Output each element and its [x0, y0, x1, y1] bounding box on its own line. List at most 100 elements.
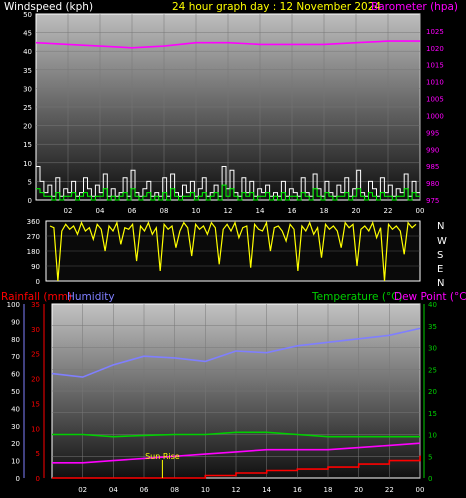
- direction-y-tick-label: 360: [27, 218, 40, 226]
- temperature-x-tick-label: 20: [354, 486, 363, 494]
- compass-labels: NWSEN: [437, 221, 447, 289]
- barometer-y-tick-label: 985: [426, 163, 439, 171]
- wind-y-tick-label: 5: [28, 178, 32, 186]
- wind-x-tick-label: 02: [64, 207, 73, 215]
- wind-y-tick-label: 15: [23, 141, 32, 149]
- wind-x-tick-label: 04: [96, 207, 105, 215]
- compass-label: W: [437, 236, 447, 247]
- barometer-y-tick-label: 1015: [426, 62, 444, 70]
- compass-label: N: [437, 278, 444, 289]
- wind-x-tick-label: 00: [416, 207, 425, 215]
- temperature-y-tick-label: 0: [428, 475, 432, 483]
- humidity-y-axis: 0 10 20 30 40 50 60 70 80 90 100: [7, 301, 25, 483]
- humidity-y-tick-label: 10: [11, 458, 20, 466]
- direction-y-axis: 0 90 180 270 360: [27, 218, 40, 286]
- humidity-y-tick-label: 40: [11, 405, 20, 413]
- rainfall-y-tick-label: 30: [31, 326, 40, 334]
- rainfall-y-tick-label: 0: [36, 475, 40, 483]
- temperature-y-tick-label: 15: [428, 410, 437, 418]
- humidity-y-tick-label: 90: [11, 318, 20, 326]
- wind-x-tick-label: 14: [256, 207, 265, 215]
- wind-y-tick-label: 20: [23, 123, 32, 131]
- barometer-y-tick-label: 1005: [426, 96, 444, 104]
- rainfall-y-tick-label: 10: [31, 425, 40, 433]
- wind-y-axis: 0 5 10 15 20 25 30 35 40 45 50: [23, 11, 32, 205]
- wind-x-tick-label: 20: [352, 207, 361, 215]
- temperature-y-tick-label: 5: [428, 453, 432, 461]
- rainfall-y-axis: 0 5 10 15 20 25 30 35: [31, 301, 45, 483]
- wind-x-tick-label: 10: [192, 207, 201, 215]
- temperature-x-tick-label: 08: [170, 486, 179, 494]
- barometer-y-tick-label: 980: [426, 180, 439, 188]
- wind-x-tick-label: 16: [288, 207, 297, 215]
- temperature-y-axis: 0 5 10 15 20 25 30 35 40: [423, 301, 437, 483]
- barometer-y-tick-label: 995: [426, 129, 439, 137]
- barometer-y-axis: 975 980 985 990 995 1000 1005 1010 1015 1020 1025: [426, 28, 444, 205]
- wind-y-tick-label: 40: [23, 48, 32, 56]
- humidity-y-tick-label: 50: [11, 388, 20, 396]
- temperature-y-tick-label: 35: [428, 323, 437, 331]
- wind-y-tick-label: 25: [23, 104, 32, 112]
- temperature-x-axis: 02 04 06 08 10 12 14 16 18 20 22 00: [78, 486, 424, 494]
- temperature-x-tick-label: 04: [109, 486, 118, 494]
- temperature-x-tick-label: 18: [324, 486, 333, 494]
- humidity-y-tick-label: 70: [11, 353, 20, 361]
- temperature-x-tick-label: 22: [385, 486, 394, 494]
- wind-x-tick-label: 08: [160, 207, 169, 215]
- rainfall-y-tick-label: 15: [31, 400, 40, 408]
- rainfall-y-tick-label: 20: [31, 376, 40, 384]
- temperature-x-tick-label: 06: [140, 486, 149, 494]
- barometer-y-tick-label: 1000: [426, 112, 444, 120]
- temperature-x-tick-label: 14: [262, 486, 271, 494]
- temperature-y-tick-label: 10: [428, 432, 437, 440]
- compass-label: S: [437, 250, 443, 261]
- rainfall-y-tick-label: 35: [31, 301, 40, 309]
- direction-y-tick-label: 180: [27, 248, 40, 256]
- barometer-y-tick-label: 1010: [426, 79, 444, 87]
- barometer-y-tick-label: 975: [426, 197, 439, 205]
- wind-x-axis: 02 04 06 08 10 12 14 16 18 20 22 00: [64, 207, 425, 215]
- barometer-y-tick-label: 1025: [426, 28, 444, 36]
- wind-x-tick-label: 18: [320, 207, 329, 215]
- sunrise-label: Sun Rise: [145, 452, 180, 461]
- direction-y-tick-label: 90: [31, 263, 40, 271]
- barometer-header: Barometer (hpa): [371, 1, 458, 13]
- temperature-x-tick-label: 16: [293, 486, 302, 494]
- temperature-y-tick-label: 40: [428, 301, 437, 309]
- temperature-y-tick-label: 25: [428, 366, 437, 374]
- humidity-legend: Humidity: [67, 291, 115, 303]
- wind-x-tick-label: 22: [384, 207, 393, 215]
- wind-y-tick-label: 50: [23, 11, 32, 19]
- wind-y-tick-label: 30: [23, 85, 32, 93]
- wind-x-tick-label: 12: [224, 207, 233, 215]
- humidity-y-tick-label: 60: [11, 371, 20, 379]
- direction-y-tick-label: 270: [27, 233, 40, 241]
- temperature-x-tick-label: 02: [78, 486, 87, 494]
- temperature-y-tick-label: 20: [428, 388, 437, 396]
- wind-y-tick-label: 0: [28, 197, 32, 205]
- humidity-y-tick-label: 100: [7, 301, 20, 309]
- humidity-y-tick-label: 0: [16, 475, 20, 483]
- humidity-y-tick-label: 80: [11, 336, 20, 344]
- temperature-y-tick-label: 30: [428, 345, 437, 353]
- humidity-y-tick-label: 20: [11, 440, 20, 448]
- rainfall-y-tick-label: 5: [36, 450, 40, 458]
- barometer-y-tick-label: 1020: [426, 45, 444, 53]
- compass-label: E: [437, 264, 443, 275]
- wind-y-tick-label: 10: [23, 160, 32, 168]
- barometer-y-tick-label: 990: [426, 146, 439, 154]
- weather-graph-page: Windspeed (kph) 24 hour graph day : 12 N…: [0, 0, 466, 498]
- wind-y-tick-label: 45: [23, 30, 32, 38]
- rainfall-y-tick-label: 25: [31, 351, 40, 359]
- wind-y-tick-label: 35: [23, 67, 32, 75]
- chart-title: 24 hour graph day : 12 November 2024: [172, 1, 381, 13]
- weather-graphs: Windspeed (kph) 24 hour graph day : 12 N…: [1, 1, 466, 494]
- windspeed-header: Windspeed (kph): [4, 1, 93, 13]
- humidity-y-tick-label: 30: [11, 423, 20, 431]
- temperature-x-tick-label: 10: [201, 486, 210, 494]
- temperature-x-tick-label: 12: [232, 486, 241, 494]
- compass-label: N: [437, 221, 444, 232]
- temperature-x-tick-label: 00: [416, 486, 425, 494]
- wind-x-tick-label: 06: [128, 207, 137, 215]
- temperature-legend: Temperature (°C): [311, 291, 403, 303]
